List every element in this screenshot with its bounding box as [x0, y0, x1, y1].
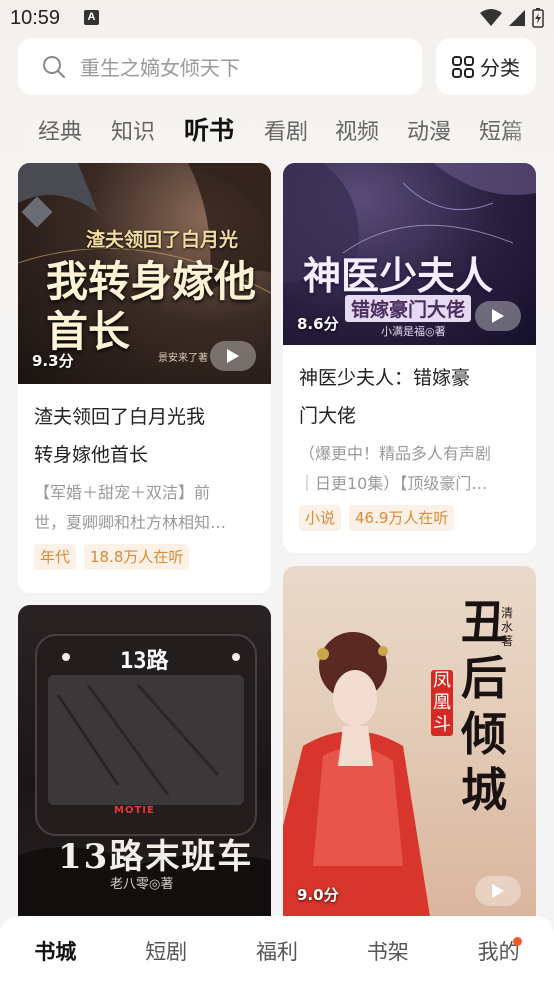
- tabs-fade-left: [0, 106, 30, 152]
- grid-icon: [452, 55, 474, 78]
- play-button[interactable]: [475, 876, 521, 906]
- tab-classic[interactable]: 经典: [38, 114, 82, 146]
- search-icon: [43, 55, 65, 78]
- book-cover[interactable]: 神医少夫人 错嫁豪门大佬 小满是福◎著 8.6分: [283, 163, 536, 345]
- book-card[interactable]: 13路 MOTIE 13路末班车 老八零◎著: [18, 605, 271, 935]
- book-title: 渣夫领回了白月光我 转身嫁他首长: [34, 406, 206, 466]
- tab-drama[interactable]: 看剧: [264, 114, 308, 146]
- cover-subtitle: 错嫁豪门大佬: [345, 295, 472, 322]
- nav-welfare[interactable]: 福利: [222, 916, 333, 985]
- genre-tag[interactable]: 小说: [299, 505, 342, 531]
- play-button[interactable]: [475, 301, 521, 331]
- tab-video[interactable]: 视频: [335, 114, 379, 146]
- tabs-fade-right: [504, 106, 554, 152]
- notification-badge: [513, 937, 522, 946]
- book-cover[interactable]: 丑后倾城 凤凰斗 清水著 9.0分: [283, 566, 536, 935]
- book-card[interactable]: 神医少夫人 错嫁豪门大佬 小满是福◎著 8.6分 神医少夫人：错嫁豪 门大佬 （爆…: [283, 163, 536, 553]
- search-placeholder: 重生之嫡女倾天下: [80, 56, 240, 80]
- play-icon: [492, 309, 504, 323]
- category-button[interactable]: 分类: [436, 38, 536, 95]
- book-card[interactable]: 丑后倾城 凤凰斗 清水著 9.0分: [283, 566, 536, 935]
- genre-tag[interactable]: 年代: [34, 544, 77, 570]
- score-label: 8.6分: [297, 315, 339, 333]
- status-time: 10:59: [10, 7, 61, 29]
- tag-list: 小说 46.9万人在听: [283, 505, 536, 531]
- nav-profile[interactable]: 我的: [443, 916, 554, 985]
- nav-bookshelf[interactable]: 书架: [332, 916, 443, 985]
- book-title: 神医少夫人：错嫁豪 门大佬: [299, 367, 471, 427]
- tab-knowledge[interactable]: 知识: [111, 114, 155, 146]
- nav-short-drama[interactable]: 短剧: [111, 916, 222, 985]
- status-icons: [480, 8, 544, 28]
- search-input[interactable]: 重生之嫡女倾天下: [18, 38, 422, 95]
- tab-anime[interactable]: 动漫: [407, 114, 451, 146]
- listeners-tag: 18.8万人在听: [84, 544, 190, 570]
- cover-author: 景安来了著: [158, 353, 208, 364]
- listeners-tag: 46.9万人在听: [349, 505, 455, 531]
- cover-author: 老八零◎著: [110, 877, 174, 892]
- book-card[interactable]: 渣夫领回了白月光 我转身嫁他首长 景安来了著 9.3分 渣夫领回了白月光我 转身嫁…: [18, 163, 271, 593]
- tab-audiobook[interactable]: 听书: [184, 111, 234, 147]
- cover-title: 13路末班车: [58, 837, 254, 877]
- book-cover[interactable]: 13路 MOTIE 13路末班车 老八零◎著: [18, 605, 271, 935]
- score-label: 9.3分: [32, 352, 74, 370]
- cover-author: 小满是福◎著: [381, 325, 446, 338]
- signal-icon: [509, 10, 525, 26]
- wifi-icon: [480, 9, 502, 26]
- cover-subtitle: 渣夫领回了白月光: [86, 229, 239, 251]
- book-cover[interactable]: 渣夫领回了白月光 我转身嫁他首长 景安来了著 9.3分: [18, 163, 271, 384]
- cover-author: 清水著: [501, 606, 514, 648]
- play-icon: [492, 884, 504, 898]
- status-bar: 10:59 A: [0, 0, 554, 36]
- battery-icon: [532, 8, 544, 28]
- bottom-nav: 书城 短剧 福利 书架 我的: [0, 916, 554, 985]
- play-icon: [227, 349, 239, 363]
- bus-sign: 13路: [120, 649, 169, 674]
- tag-list: 年代 18.8万人在听: [18, 544, 271, 570]
- score-label: 9.0分: [297, 886, 339, 904]
- nav-bookstore[interactable]: 书城: [0, 916, 111, 985]
- cover-title: 神医少夫人: [303, 253, 494, 298]
- publisher-logo: MOTIE: [114, 805, 155, 816]
- category-label: 分类: [480, 56, 520, 80]
- book-description: 【军婚＋甜宠＋双洁】前 世，夏卿卿和杜方林相知…: [34, 483, 227, 532]
- notification-icon: A: [84, 10, 99, 25]
- book-description: （爆更中！精品多人有声剧 ｜日更10集）【顶级豪门…: [299, 444, 492, 493]
- channel-tabs: 经典 知识 听书 看剧 视频 动漫 短篇: [0, 106, 554, 152]
- cover-subtitle: 凤凰斗: [431, 670, 453, 736]
- play-button[interactable]: [210, 341, 256, 371]
